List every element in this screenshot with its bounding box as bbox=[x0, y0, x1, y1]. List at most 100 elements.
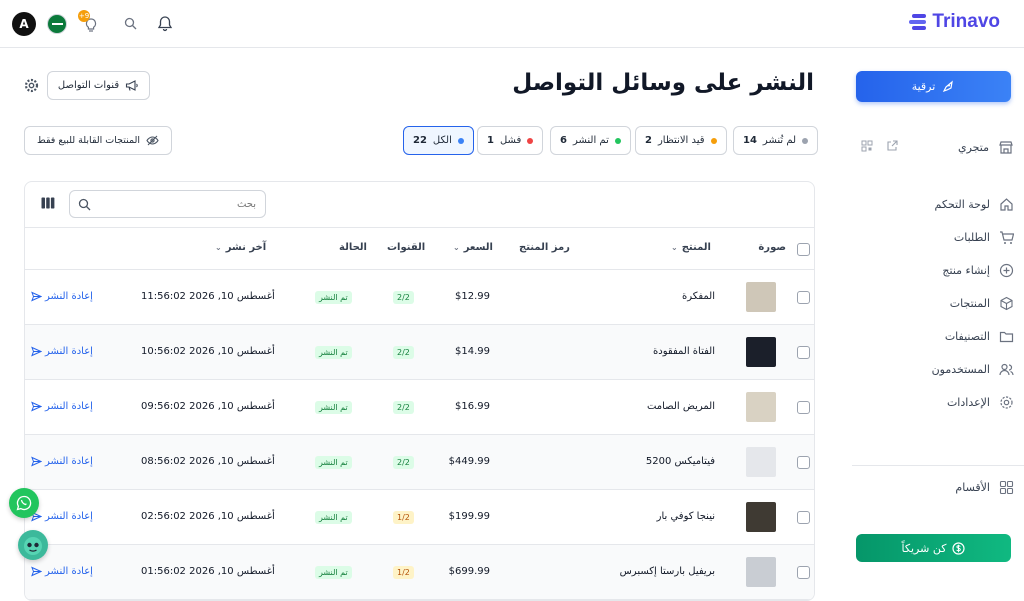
status-badge: تم النشر bbox=[315, 456, 352, 469]
filter-chip-published[interactable]: تم النشر 6 bbox=[550, 126, 631, 155]
table-search-input[interactable] bbox=[96, 196, 256, 212]
row-checkbox[interactable] bbox=[797, 566, 810, 579]
header-product[interactable]: المنتج ⌄ bbox=[671, 242, 711, 253]
product-price: $199.99 bbox=[448, 511, 490, 522]
table-row[interactable]: نينجا كوفي بار $199.99 1/2 تم النشر أغسطس 10… bbox=[25, 490, 814, 545]
search-icon[interactable] bbox=[124, 17, 137, 30]
store-row: متجري bbox=[852, 136, 1024, 158]
product-name[interactable]: المريض الصامت bbox=[647, 401, 715, 412]
product-name[interactable]: المفكرة bbox=[682, 291, 715, 302]
social-channels-button[interactable]: قنوات التواصل bbox=[47, 71, 150, 100]
filter-chip-all[interactable]: الكل 22 bbox=[403, 126, 474, 155]
table-search-field[interactable] bbox=[69, 190, 266, 218]
avatar-letter: A bbox=[19, 17, 29, 31]
search-icon bbox=[78, 198, 91, 211]
sidebar-divider bbox=[852, 465, 1024, 466]
notification-badge: +9 bbox=[78, 10, 90, 22]
table-row[interactable]: المريض الصامت $16.99 2/2 تم النشر أغسطس 10, … bbox=[25, 380, 814, 435]
sidebar-item-dashboard[interactable]: لوحة التحكم bbox=[935, 193, 1014, 215]
product-name[interactable]: الفتاة المفقودة bbox=[653, 346, 715, 357]
table-row[interactable]: فيتاميكس 5200 $449.99 2/2 تم النشر أغسطس 10,… bbox=[25, 435, 814, 490]
table-header: صورة المنتج ⌄ رمز المنتج السعر ⌄ القنوات… bbox=[25, 227, 814, 270]
box-icon bbox=[1000, 296, 1013, 310]
sidebar: ترقية متجري لوحة التحكم الطلبات إنشاء من… bbox=[852, 48, 1024, 576]
products-table-card: صورة المنتج ⌄ رمز المنتج السعر ⌄ القنوات… bbox=[24, 181, 815, 601]
chevron-down-icon: ⌄ bbox=[453, 243, 460, 252]
send-icon bbox=[31, 346, 42, 357]
qr-code-icon[interactable] bbox=[861, 140, 873, 152]
republish-link[interactable]: إعادة النشر bbox=[31, 456, 93, 467]
status-badge: تم النشر bbox=[315, 566, 352, 579]
filter-chip-unpublished[interactable]: لم تُنشر 14 bbox=[733, 126, 819, 155]
row-checkbox[interactable] bbox=[797, 291, 810, 304]
product-thumbnail bbox=[746, 392, 776, 422]
row-checkbox[interactable] bbox=[797, 401, 810, 414]
settings-gear-icon[interactable] bbox=[24, 78, 39, 93]
republish-link[interactable]: إعادة النشر bbox=[31, 511, 93, 522]
chevron-down-icon: ⌄ bbox=[215, 243, 222, 252]
row-checkbox[interactable] bbox=[797, 511, 810, 524]
user-avatar[interactable]: A bbox=[12, 12, 36, 36]
sidebar-item-create-product[interactable]: إنشاء منتج bbox=[942, 259, 1014, 281]
republish-link[interactable]: إعادة النشر bbox=[31, 291, 93, 302]
eye-off-icon bbox=[146, 135, 159, 146]
republish-link[interactable]: إعادة النشر bbox=[31, 401, 93, 412]
status-badge: تم النشر bbox=[315, 401, 352, 414]
status-dot bbox=[614, 137, 621, 144]
upgrade-button[interactable]: ترقية bbox=[856, 71, 1011, 102]
last-publish-date: أغسطس 10, 2026 11:56:02 bbox=[141, 291, 275, 302]
page-title: النشر على وسائل التواصل bbox=[512, 70, 814, 96]
header-last-publish[interactable]: آخر نشر ⌄ bbox=[215, 242, 266, 253]
product-name[interactable]: بريفيل بارستا إكسبرس bbox=[620, 566, 715, 577]
sidebar-item-orders[interactable]: الطلبات bbox=[954, 226, 1014, 248]
sidebar-item-my-store[interactable]: متجري bbox=[958, 136, 1014, 158]
product-name[interactable]: نينجا كوفي بار bbox=[657, 511, 715, 522]
sidebar-item-users[interactable]: المستخدمون bbox=[932, 358, 1014, 380]
filter-chip-failed[interactable]: فشل 1 bbox=[477, 126, 544, 155]
channels-badge: 2/2 bbox=[393, 291, 414, 304]
whatsapp-button[interactable] bbox=[9, 488, 39, 518]
send-icon bbox=[31, 291, 42, 302]
home-icon bbox=[1000, 197, 1013, 211]
table-row[interactable]: بريفيل بارستا إكسبرس $699.99 1/2 تم النشر أغ… bbox=[25, 545, 814, 600]
product-thumbnail bbox=[746, 337, 776, 367]
sidebar-item-categories[interactable]: التصنيفات bbox=[945, 325, 1014, 347]
header-sku[interactable]: رمز المنتج bbox=[519, 242, 570, 253]
brand-logo[interactable]: Trinavo bbox=[908, 11, 1000, 33]
row-checkbox[interactable] bbox=[797, 346, 810, 359]
table-row[interactable]: المفكرة $12.99 2/2 تم النشر أغسطس 10, 2026 1… bbox=[25, 270, 814, 325]
grid-icon bbox=[999, 480, 1014, 494]
filter-chip-pending[interactable]: قيد الانتظار 2 bbox=[635, 126, 727, 155]
last-publish-date: أغسطس 10, 2026 10:56:02 bbox=[141, 346, 275, 357]
partner-label: كن شريكاً bbox=[901, 541, 947, 555]
chevron-down-icon: ⌄ bbox=[671, 243, 678, 252]
status-dot bbox=[802, 137, 809, 144]
sellable-only-toggle[interactable]: المنتجات القابلة للبيع فقط bbox=[24, 126, 172, 155]
dollar-circle-icon bbox=[952, 541, 966, 555]
chatbot-button[interactable] bbox=[18, 530, 48, 560]
sidebar-item-settings[interactable]: الإعدادات bbox=[947, 391, 1014, 413]
republish-link[interactable]: إعادة النشر bbox=[31, 566, 93, 577]
language-flag-icon[interactable] bbox=[47, 14, 67, 34]
header-price[interactable]: السعر ⌄ bbox=[453, 242, 493, 253]
status-dot bbox=[527, 137, 534, 144]
status-badge: تم النشر bbox=[315, 511, 352, 524]
republish-link[interactable]: إعادة النشر bbox=[31, 346, 93, 357]
table-row[interactable]: الفتاة المفقودة $14.99 2/2 تم النشر أغسطس 10… bbox=[25, 325, 814, 380]
row-checkbox[interactable] bbox=[797, 456, 810, 469]
sidebar-item-sections[interactable]: الأقسام bbox=[955, 476, 1014, 498]
product-name[interactable]: فيتاميكس 5200 bbox=[646, 456, 715, 467]
select-all-checkbox[interactable] bbox=[797, 243, 810, 256]
channels-badge: 1/2 bbox=[393, 566, 414, 579]
product-price: $14.99 bbox=[455, 346, 490, 357]
upgrade-label: ترقية bbox=[911, 80, 936, 93]
columns-icon[interactable] bbox=[41, 197, 55, 209]
sidebar-item-products[interactable]: المنتجات bbox=[950, 292, 1014, 314]
become-partner-button[interactable]: كن شريكاً bbox=[856, 534, 1011, 562]
bell-icon[interactable] bbox=[157, 15, 173, 32]
header-channels: القنوات bbox=[387, 242, 426, 253]
folder-icon bbox=[999, 331, 1014, 342]
top-bar: A +9 Trinavo bbox=[0, 0, 1024, 48]
header-image: صورة bbox=[758, 242, 786, 253]
external-link-icon[interactable] bbox=[886, 140, 898, 152]
